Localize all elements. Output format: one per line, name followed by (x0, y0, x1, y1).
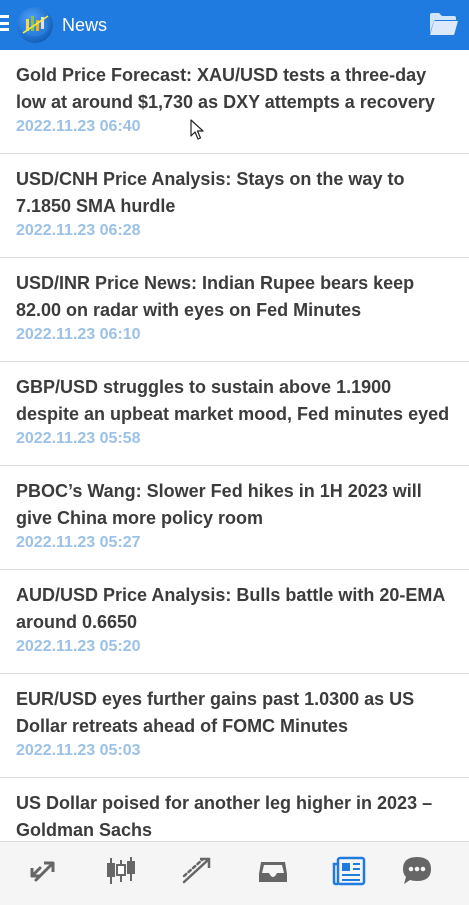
news-item[interactable]: Gold Price Forecast: XAU/USD tests a thr… (0, 50, 469, 154)
trade-icon[interactable] (180, 854, 214, 888)
app-bar: News (0, 0, 469, 50)
news-title: GBP/USD struggles to sustain above 1.190… (16, 377, 450, 424)
chat-icon[interactable] (400, 854, 434, 888)
news-item[interactable]: EUR/USD eyes further gains past 1.0300 a… (0, 674, 469, 778)
inbox-icon[interactable] (256, 854, 290, 888)
news-title: USD/INR Price News: Indian Rupee bears k… (16, 273, 415, 320)
news-item[interactable]: PBOC’s Wang: Slower Fed hikes in 1H 2023… (0, 466, 469, 570)
news-item[interactable]: GBP/USD struggles to sustain above 1.190… (0, 362, 469, 466)
news-item[interactable]: USD/CNH Price Analysis: Stays on the way… (0, 154, 469, 258)
news-icon[interactable] (332, 854, 366, 888)
news-date: 2022.11.23 06:28 (16, 222, 141, 239)
candlestick-chart-icon[interactable] (104, 854, 138, 888)
bottom-nav (0, 841, 469, 905)
news-list[interactable]: Gold Price Forecast: XAU/USD tests a thr… (0, 50, 469, 841)
quotes-arrows-icon[interactable] (28, 854, 62, 888)
news-title: AUD/USD Price Analysis: Bulls battle wit… (16, 585, 445, 632)
news-date: 2022.11.23 05:20 (16, 638, 141, 655)
news-title: EUR/USD eyes further gains past 1.0300 a… (16, 689, 415, 736)
news-date: 2022.11.23 06:40 (16, 118, 141, 135)
news-title: USD/CNH Price Analysis: Stays on the way… (16, 169, 405, 216)
menu-icon[interactable] (0, 15, 9, 35)
news-title: Gold Price Forecast: XAU/USD tests a thr… (16, 65, 435, 112)
news-date: 2022.11.23 05:27 (16, 534, 141, 551)
news-date: 2022.11.23 06:10 (16, 326, 141, 343)
news-item[interactable]: AUD/USD Price Analysis: Bulls battle wit… (0, 570, 469, 674)
news-item[interactable]: USD/INR Price News: Indian Rupee bears k… (0, 258, 469, 362)
news-date: 2022.11.23 05:58 (16, 430, 141, 447)
news-title: US Dollar poised for another leg higher … (16, 793, 433, 840)
app-logo-icon[interactable] (17, 7, 53, 43)
news-item[interactable]: US Dollar poised for another leg higher … (0, 778, 469, 841)
page-title: News (62, 15, 108, 35)
news-title: PBOC’s Wang: Slower Fed hikes in 1H 2023… (16, 481, 422, 528)
folder-icon[interactable] (429, 11, 459, 37)
news-date: 2022.11.23 05:03 (16, 742, 141, 759)
mouse-cursor-icon (190, 119, 204, 141)
